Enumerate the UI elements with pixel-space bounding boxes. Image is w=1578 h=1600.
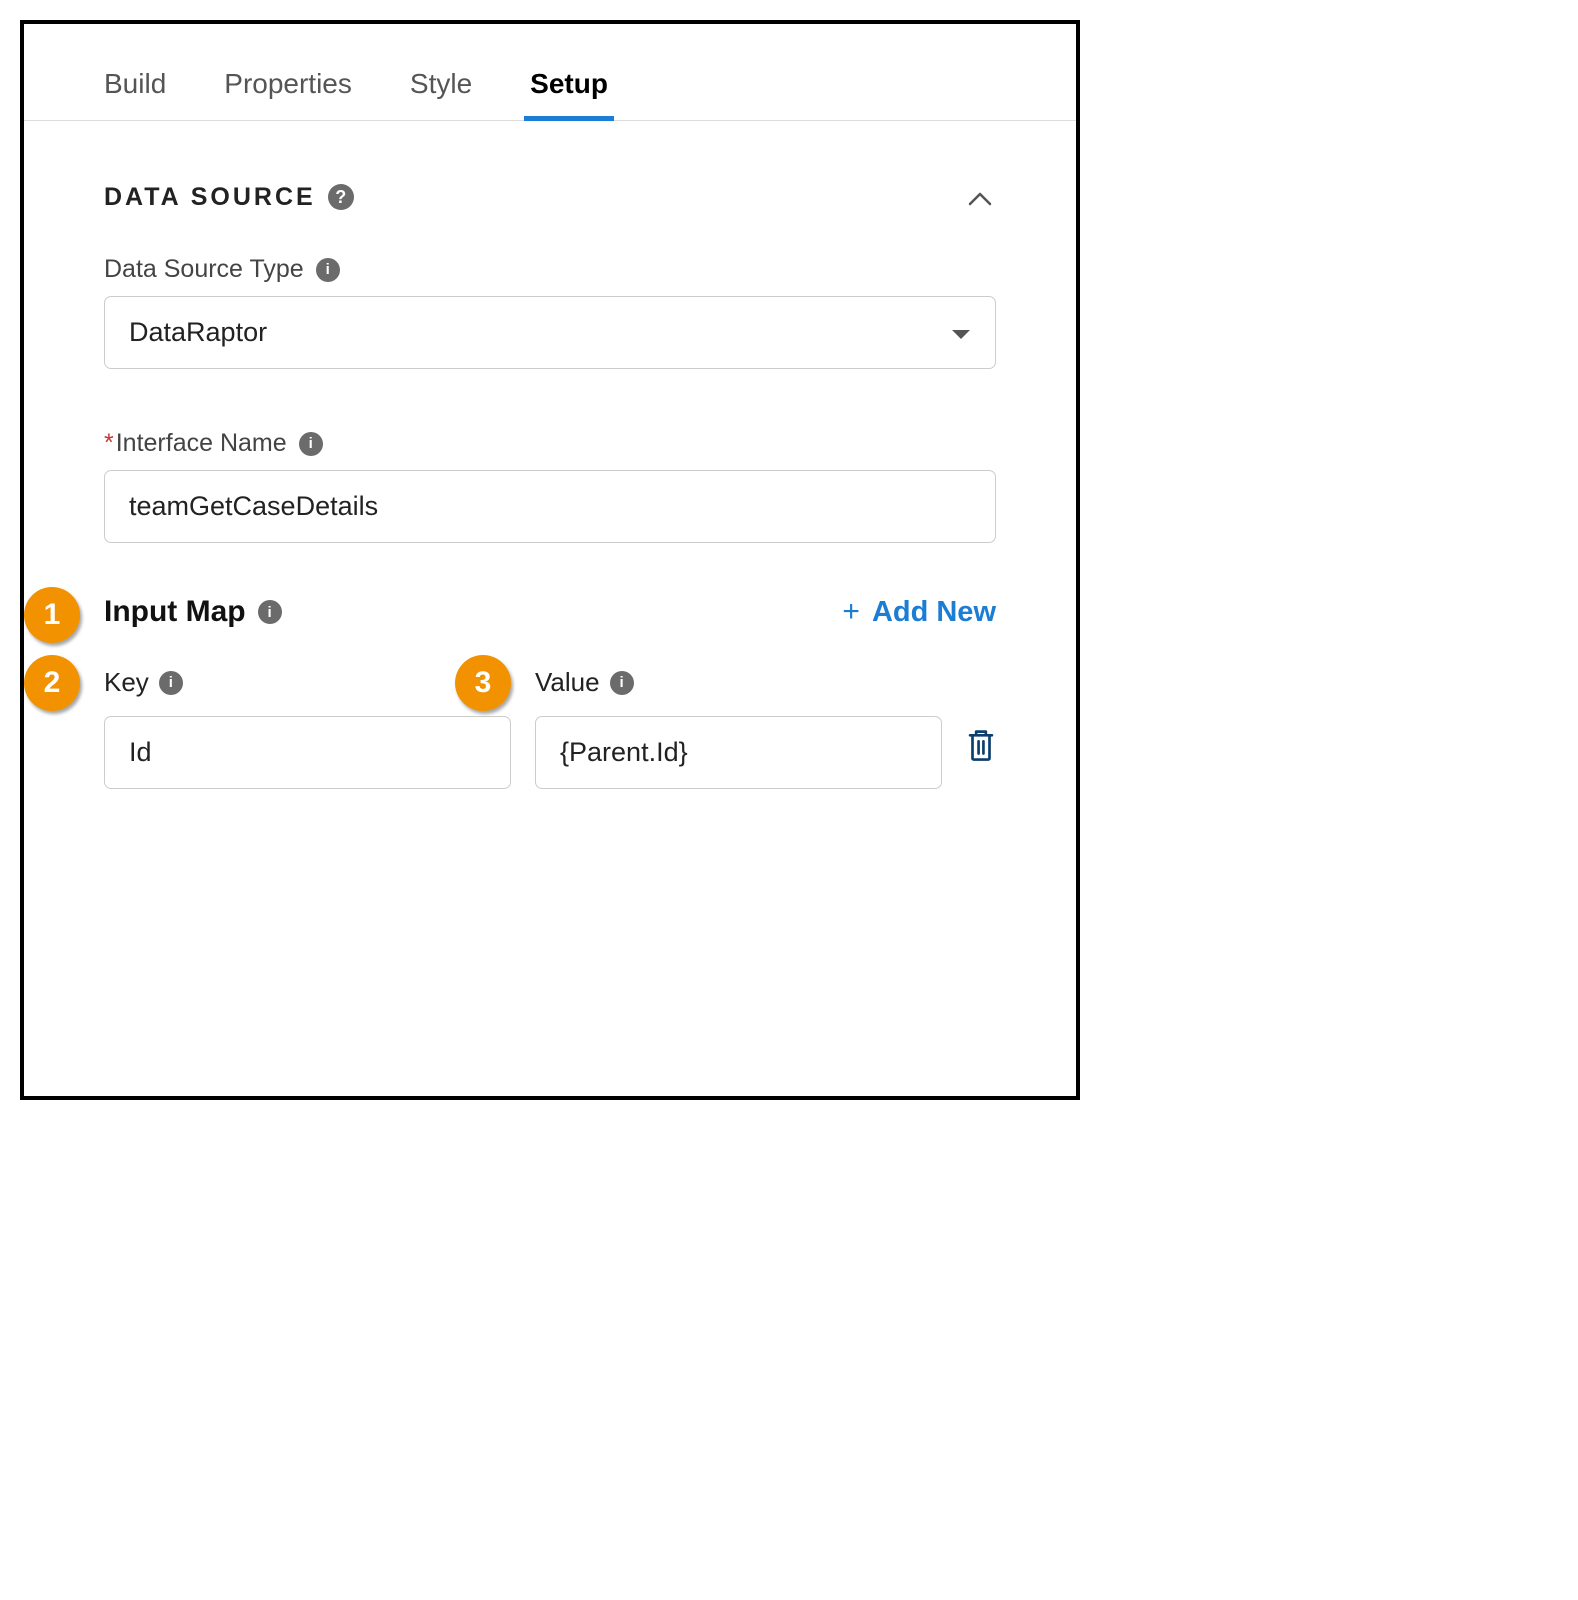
info-icon[interactable]: i [316, 258, 340, 282]
key-label: Key [104, 667, 149, 698]
chevron-up-icon[interactable] [968, 181, 996, 213]
interface-name-label-row: *Interface Name i [104, 429, 996, 458]
callout-badge-2: 2 [24, 655, 80, 711]
help-icon[interactable]: ? [328, 184, 354, 210]
value-input[interactable] [535, 716, 942, 789]
input-map-title: Input Map [104, 595, 246, 629]
delete-row-button[interactable] [966, 728, 996, 789]
tab-properties[interactable]: Properties [224, 54, 352, 120]
callout-badge-3: 3 [455, 655, 511, 711]
value-column: 3 Value i [535, 667, 942, 789]
add-new-label: Add New [872, 596, 996, 629]
key-label-row: Key i [104, 667, 511, 698]
value-label-row: Value i [535, 667, 942, 698]
key-input[interactable] [104, 716, 511, 789]
callout-badge-1: 1 [24, 587, 80, 643]
data-source-title-wrap: DATA SOURCE ? [104, 183, 354, 212]
interface-name-field: *Interface Name i [104, 429, 996, 543]
tab-bar: Build Properties Style Setup [24, 54, 1076, 121]
add-new-button[interactable]: + Add New [842, 595, 996, 629]
required-indicator: * [104, 429, 114, 457]
value-label: Value [535, 667, 600, 698]
data-source-type-value: DataRaptor [129, 317, 267, 348]
trash-icon [966, 728, 996, 762]
data-source-type-field: Data Source Type i DataRaptor [104, 255, 996, 369]
interface-name-input[interactable] [104, 470, 996, 543]
plus-icon: + [842, 595, 860, 629]
tab-build[interactable]: Build [104, 54, 166, 120]
tab-style[interactable]: Style [410, 54, 472, 120]
tab-setup[interactable]: Setup [530, 54, 608, 120]
info-icon[interactable]: i [159, 671, 183, 695]
chevron-down-icon [951, 317, 971, 348]
input-map-row: 2 Key i 3 Value i [104, 667, 996, 789]
data-source-type-label-row: Data Source Type i [104, 255, 996, 284]
interface-name-label-text: *Interface Name [104, 429, 287, 458]
data-source-header: DATA SOURCE ? [104, 181, 996, 213]
setup-panel-frame: Build Properties Style Setup DATA SOURCE… [20, 20, 1080, 1100]
info-icon[interactable]: i [299, 432, 323, 456]
data-source-type-label: Data Source Type [104, 255, 304, 284]
data-source-type-select[interactable]: DataRaptor [104, 296, 996, 369]
setup-content: DATA SOURCE ? Data Source Type i DataRap… [24, 121, 1076, 789]
input-map-title-wrap: 1 Input Map i [104, 595, 282, 629]
key-column: 2 Key i [104, 667, 511, 789]
data-source-title: DATA SOURCE [104, 183, 316, 212]
input-map-header: 1 Input Map i + Add New [104, 595, 996, 629]
interface-name-label: Interface Name [116, 429, 287, 457]
info-icon[interactable]: i [258, 600, 282, 624]
info-icon[interactable]: i [610, 671, 634, 695]
